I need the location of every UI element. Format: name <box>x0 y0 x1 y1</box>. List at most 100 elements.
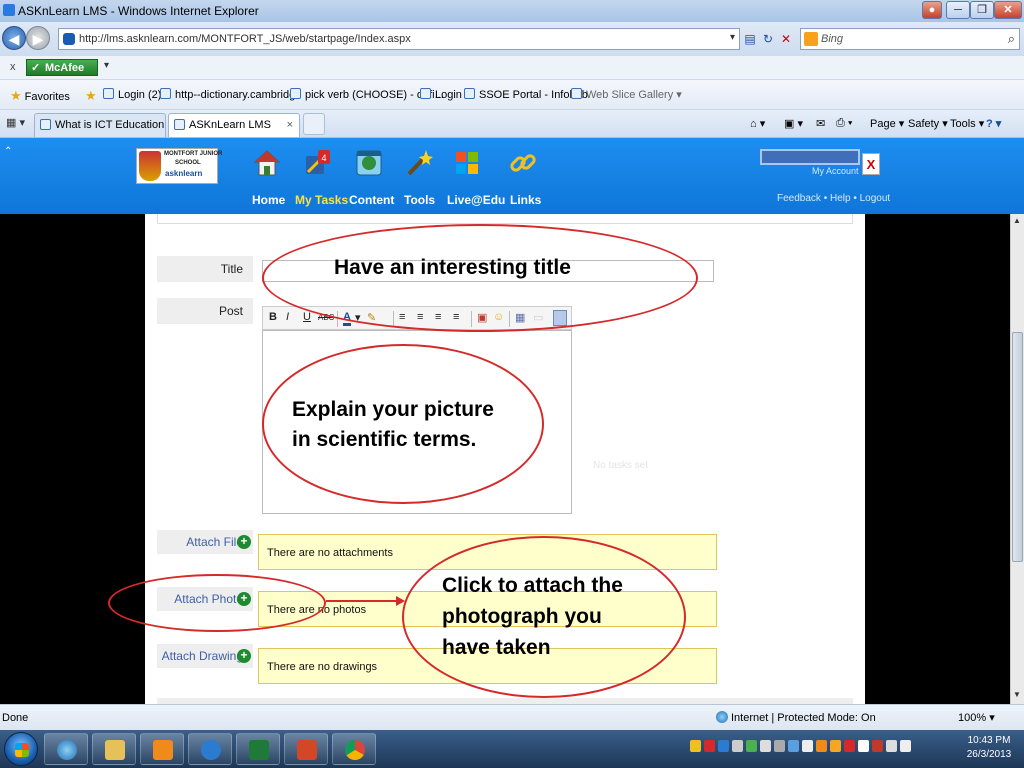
forward-icon[interactable]: ▶ <box>26 26 50 50</box>
nav-live-edu[interactable]: Live@Edu <box>447 193 505 207</box>
favorite-link[interactable]: SSOE Portal - Infohub <box>464 88 588 101</box>
start-button[interactable] <box>4 732 38 766</box>
address-bar: ◀ ▶ http://lms.asknlearn.com/MONTFORT_JS… <box>0 22 1024 56</box>
taskbar-media[interactable] <box>140 733 184 765</box>
mcafee-toolbar: x McAfee ▾ <box>0 56 1024 80</box>
home-icon[interactable] <box>252 148 282 178</box>
annotation-title: Have an interesting title <box>334 256 571 279</box>
taskbar-powerpoint[interactable] <box>284 733 328 765</box>
home-icon[interactable]: ⌂ ▾ <box>750 117 765 130</box>
close-tab-icon[interactable]: × <box>287 114 293 136</box>
taskbar-ie[interactable] <box>44 733 88 765</box>
close-window-button[interactable]: ✕ <box>994 1 1022 19</box>
tasks-icon[interactable]: 4 <box>302 148 332 178</box>
nav-links[interactable]: Links <box>510 193 541 207</box>
window-titlebar: ASKnLearn LMS - Windows Internet Explore… <box>0 0 1024 22</box>
windows-live-icon[interactable] <box>452 148 482 178</box>
status-text: Done <box>2 712 29 724</box>
school-logo: MONTFORT JUNIOR SCHOOL asknlearn <box>136 148 222 184</box>
lms-header: ⌃ MONTFORT JUNIOR SCHOOL asknlearn 4 Hom… <box>0 138 1024 214</box>
annotation-photo-line-1: Click to attach the <box>442 574 623 597</box>
scroll-down-icon[interactable]: ▼ <box>1013 690 1021 699</box>
taskbar-app[interactable] <box>188 733 232 765</box>
tab-asknlearn[interactable]: ASKnLearn LMS × <box>168 113 300 137</box>
annotation-photo-line-2: photograph you <box>442 605 602 628</box>
search-placeholder: Bing <box>821 33 844 45</box>
chrome-icon <box>345 740 365 760</box>
record-icon[interactable]: ● <box>922 1 942 19</box>
collapse-icon[interactable]: ⌃ <box>4 146 12 157</box>
mcafee-button[interactable]: McAfee <box>26 59 98 77</box>
favorite-link[interactable]: http--dictionary.cambridge <box>160 88 301 101</box>
link-chain-icon[interactable] <box>508 148 538 178</box>
favorites-button[interactable]: ★ Favorites <box>10 88 70 104</box>
svg-text:4: 4 <box>321 153 326 163</box>
faint-text: No tasks set <box>593 460 649 471</box>
stop-icon[interactable]: ✕ <box>778 30 794 48</box>
header-links[interactable]: Feedback • Help • Logout <box>777 193 890 204</box>
nav-my-tasks[interactable]: My Tasks <box>295 193 348 207</box>
security-zone[interactable]: Internet | Protected Mode: On <box>716 711 876 724</box>
feeds-icon[interactable]: ▣ ▾ <box>784 117 803 130</box>
taskbar-chrome[interactable] <box>332 733 376 765</box>
quick-tabs-icon[interactable]: ▦ ▾ <box>6 116 25 129</box>
scroll-thumb[interactable] <box>1012 332 1023 562</box>
nav-content[interactable]: Content <box>349 193 394 207</box>
nav-home[interactable]: Home <box>252 193 285 207</box>
new-tab-button[interactable] <box>303 113 325 135</box>
account-name-box <box>760 149 860 165</box>
page-menu[interactable]: Page ▾ <box>870 117 904 130</box>
annotation-post-line-1: Explain your picture <box>292 398 494 421</box>
system-tray[interactable] <box>690 740 948 758</box>
vertical-scrollbar[interactable]: ▲ ▼ <box>1010 214 1024 704</box>
underline-button[interactable]: U <box>303 311 311 323</box>
post-label: Post <box>157 298 253 324</box>
star-icon: ★ <box>10 88 22 103</box>
powerpoint-icon <box>297 740 317 760</box>
annotation-ellipse-attach-photo <box>108 574 326 632</box>
chevron-down-icon[interactable]: ▾ <box>104 60 109 71</box>
window-title: ASKnLearn LMS - Windows Internet Explore… <box>18 4 259 18</box>
app-icon <box>201 740 221 760</box>
print-icon[interactable]: ⎙ ▾ <box>836 117 852 130</box>
add-file-icon[interactable]: + <box>237 535 251 549</box>
url-field[interactable]: http://lms.asknlearn.com/MONTFORT_JS/web… <box>58 28 740 50</box>
url-dropdown-icon[interactable]: ▾ <box>730 32 735 43</box>
nav-tools[interactable]: Tools <box>404 193 435 207</box>
mail-icon[interactable]: ✉ <box>816 117 825 130</box>
bold-button[interactable]: B <box>269 311 277 323</box>
taskbar-clock[interactable]: 10:43 PM 26/3/2013 <box>962 734 1016 762</box>
scroll-up-icon[interactable]: ▲ <box>1013 216 1021 225</box>
maximize-button[interactable]: ❐ <box>970 1 994 19</box>
close-toolbar-button[interactable]: x <box>10 61 16 73</box>
favorite-link[interactable]: Web Slice Gallery ▾ <box>571 88 682 101</box>
favorite-link[interactable]: Login (2) <box>103 88 161 101</box>
taskbar-excel[interactable] <box>236 733 280 765</box>
search-field[interactable]: Bing ⌕ <box>800 28 1020 50</box>
tools-menu[interactable]: Tools ▾ <box>950 117 984 130</box>
tab-ict-education[interactable]: What is ICT Education and ... <box>34 113 166 137</box>
clock-time: 10:43 PM <box>967 735 1011 746</box>
help-icon[interactable]: ? ▾ <box>986 117 1001 130</box>
account-close-button[interactable]: X <box>862 153 880 175</box>
zoom-control[interactable]: 100% ▾ <box>958 711 995 724</box>
refresh-icon[interactable]: ↻ <box>760 30 776 48</box>
minimize-button[interactable]: ─ <box>946 1 970 19</box>
taskbar-explorer[interactable] <box>92 733 136 765</box>
italic-button[interactable]: I <box>286 311 289 323</box>
crest-icon <box>139 151 161 181</box>
compatibility-icon[interactable]: ▤ <box>742 30 758 48</box>
add-favorite-icon[interactable]: ★ <box>85 88 100 104</box>
title-label: Title <box>157 256 253 282</box>
favorite-link[interactable]: Login <box>420 88 462 101</box>
content-icon[interactable] <box>354 148 384 178</box>
back-icon[interactable]: ◀ <box>2 26 26 50</box>
safety-menu[interactable]: Safety ▾ <box>908 117 948 130</box>
add-drawing-icon[interactable]: + <box>237 649 251 663</box>
annotation-post-line-2: in scientific terms. <box>292 428 477 451</box>
search-icon[interactable]: ⌕ <box>1008 31 1015 47</box>
ie-icon <box>57 740 77 760</box>
annotation-arrow <box>326 600 398 602</box>
my-account-link[interactable]: My Account <box>812 166 859 176</box>
magic-wand-icon[interactable] <box>404 148 434 178</box>
